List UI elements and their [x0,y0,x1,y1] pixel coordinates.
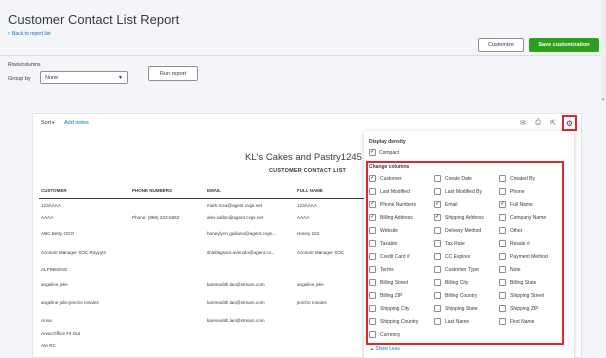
chevron-down-icon: ▼ [118,75,123,81]
email-cell: honeylynn.guiliano@agent.cvgs... [207,231,276,236]
email-cell: karenedith.lao@stream.com [207,282,265,287]
email-cell: alex.vallon@agent.cvgs.net [207,215,264,220]
full-name-cell: Honey 222 [297,231,320,236]
email-cell: shiellagrace.avenido@agent.cv... [207,250,275,255]
chevron-up-icon: ▲ [370,346,374,351]
caret-down-icon: ▼ [51,120,56,125]
column-header-full-name[interactable]: FULL NAME [297,188,323,198]
customer-cell: Account Manager SOC Rayyyts [41,250,106,255]
header-scrollbar[interactable] [601,0,606,102]
add-notes-link[interactable]: Add notes [64,120,89,126]
customer-cell: angeline jolie [41,282,68,287]
full-name-cell: angeline jolie [297,282,324,287]
customer-cell: Ate RC [41,343,56,348]
email-cell: mark.roca@agent.cvgs.net [207,203,262,208]
report-title: CUSTOMER CONTACT LIST [269,168,347,174]
header-divider [0,55,606,56]
group-by-select[interactable]: None ▼ [40,71,128,84]
group-by-label: Group by [8,76,31,82]
print-icon[interactable]: ⎙ [533,118,543,128]
column-header-customer[interactable]: CUSTOMER [41,188,67,198]
customer-cell: ALPINEENG [41,267,68,272]
compact-label: Compact [379,150,400,156]
customer-cell: AAAA [41,215,54,220]
page-title: Customer Contact List Report [8,12,180,27]
customer-cell: angeline jolie:jericho rosales [41,300,99,305]
run-report-button[interactable]: Run report [148,66,198,81]
email-cell: karenedith.lao@stream.com [207,300,265,305]
full-name-cell: Account Manager SOC [297,250,345,255]
compact-checkbox[interactable]: ✓ [369,149,376,156]
gear-icon[interactable]: ⚙ [562,115,577,131]
chevron-left-icon: ‹ [8,31,10,37]
group-by-value: None [45,75,59,81]
back-to-report-list-link[interactable]: ‹ Back to report list [8,31,51,37]
save-customization-button[interactable]: Save customization [529,38,599,52]
customer-cell: 123AAAA [41,203,61,208]
customer-cell: Anna [41,318,52,323]
export-icon[interactable]: ⇱ [548,118,558,128]
scroll-up-icon[interactable]: ▲ [600,96,606,102]
full-name-cell: jericho rosales [297,300,327,305]
customer-cell: ABC Betty OGO [41,231,75,236]
column-header-email[interactable]: EMAIL [207,188,221,198]
change-columns-highlight [366,161,564,345]
full-name-cell: 123AAAA [297,203,317,208]
rows-columns-label: Rows/columns [8,62,41,68]
header-rule [39,198,367,199]
company-name: KL's Cakes and Pastry1245 [245,152,362,163]
sort-dropdown[interactable]: Sort▼ [41,120,55,126]
phone-cell: Phone: (866) 223-5562 [132,215,180,220]
report-header: Customer Contact List Report ‹ Back to re… [0,0,606,102]
report-toolbar: Sort▼ Add notes ✉ ⎙ ⇱ ⚙ [33,114,583,132]
customize-button[interactable]: Customize [478,38,524,52]
customer-cell: Anna:Office Fit Out [41,331,80,336]
full-name-cell: AAAA [297,215,310,220]
show-less-link[interactable]: ▲ Show Less [370,346,400,352]
column-header-phone-numbers[interactable]: PHONE NUMBERS [132,188,172,198]
email-cell: karenedith.lao@stream.com [207,318,265,323]
display-density-label: Display density [369,139,406,145]
show-less-label: Show Less [375,346,400,352]
back-link-label: Back to report list [12,31,51,37]
sort-label: Sort [41,120,52,126]
email-icon[interactable]: ✉ [518,118,528,128]
